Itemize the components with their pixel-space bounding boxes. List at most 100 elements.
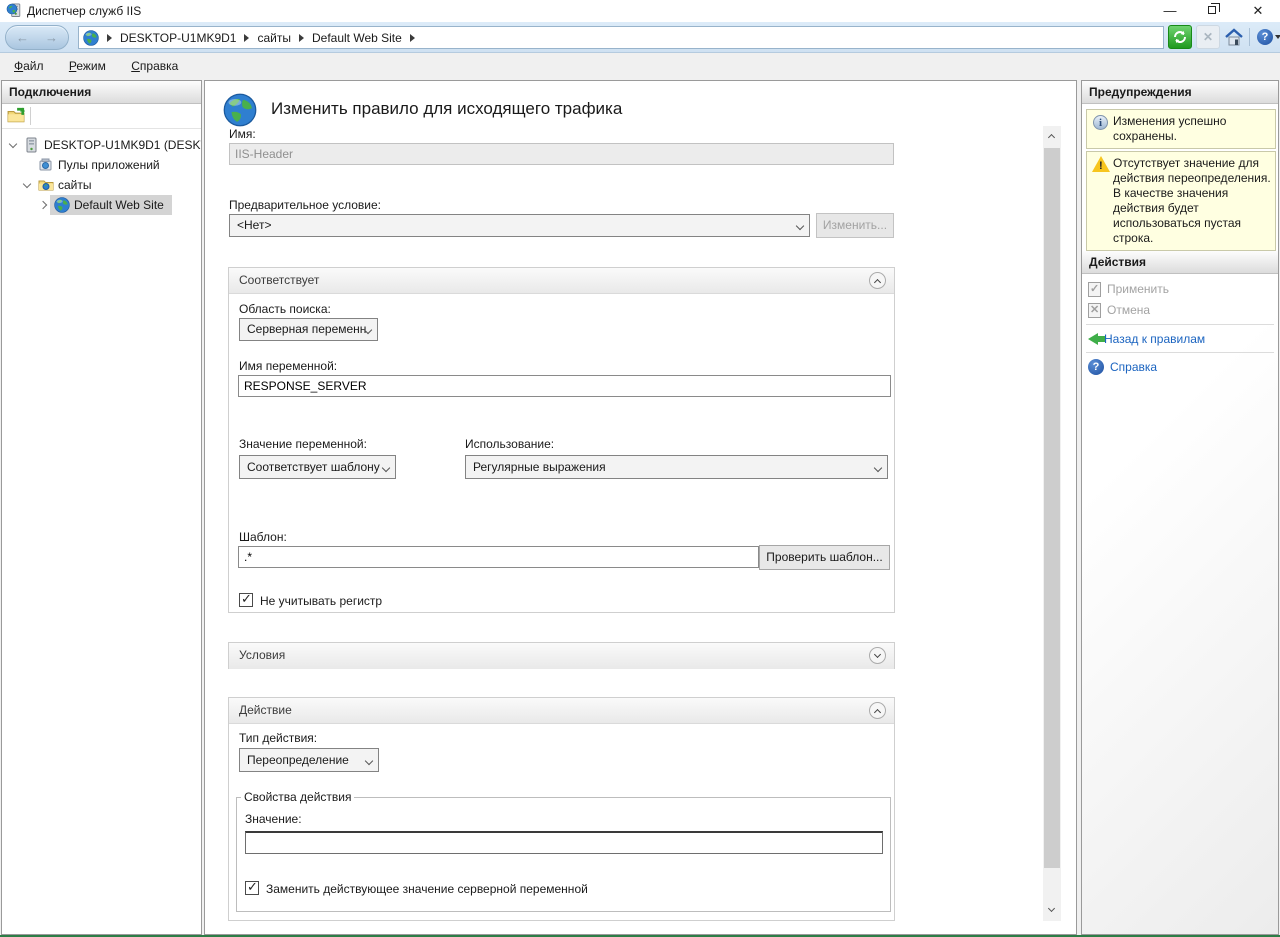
server-icon [24,137,40,153]
page-title: Изменить правило для исходящего трафика [271,99,622,119]
title-bar: Диспетчер служб IIS — ✕ [0,0,1280,22]
page-globe-icon [223,93,257,127]
help-dropdown-caret-icon[interactable] [1275,35,1280,39]
chevron-down-icon [796,222,804,230]
conditions-section: Условия [228,642,895,669]
breadcrumb-item-sites[interactable]: сайты [257,31,291,45]
home-icon[interactable] [1222,25,1246,49]
globe-icon [54,197,70,213]
chevron-down-icon [874,464,882,472]
menu-bar: Файл Режим Справка [0,53,1280,80]
close-button[interactable]: ✕ [1236,0,1280,22]
help-label: Справка [1110,360,1157,374]
help-icon: ? [1088,359,1104,375]
edit-precondition-button: Изменить... [816,213,894,238]
conditions-section-header[interactable]: Условия [229,643,894,669]
app-icon [6,3,22,19]
using-label: Использование: [465,437,554,451]
cancel-action: ✕ Отмена [1088,300,1150,320]
menu-view[interactable]: Режим [69,53,106,80]
actions-pane: Предупреждения i Изменения успешно сохра… [1081,80,1279,935]
ignore-case-checkbox[interactable] [239,593,253,607]
pattern-input[interactable] [238,546,759,568]
action-section: Действие Тип действия: Переопределение С… [228,697,895,921]
window-title: Диспетчер служб IIS [27,4,141,18]
expander-chevron-icon[interactable] [39,201,47,209]
back-button[interactable]: ← [16,31,29,45]
action-value-input[interactable] [245,831,883,854]
toolbar-separator [1249,28,1250,46]
vertical-scrollbar[interactable] [1043,126,1061,921]
collapse-chevron-icon[interactable] [869,272,886,289]
warning-icon [1092,156,1110,172]
action-type-label: Тип действия: [239,731,317,745]
tree-item-server[interactable]: DESKTOP-U1MK9D1 (DESKTOI [2,135,201,155]
scope-label: Область поиска: [239,302,331,316]
expander-chevron-icon[interactable] [23,180,31,188]
replace-value-label: Заменить действующее значение серверной … [266,882,588,896]
precondition-select[interactable]: <Нет> [229,214,810,237]
separator [1086,324,1274,325]
action-section-title: Действие [239,703,292,717]
breadcrumb-item-server[interactable]: DESKTOP-U1MK9D1 [120,31,236,45]
variable-value-select[interactable]: Соответствует шаблону [239,455,396,479]
refresh-icon[interactable] [1168,25,1192,49]
tree-item-default-web-site[interactable]: Default Web Site [2,195,201,215]
navigation-buttons: ← → [5,25,69,50]
tree-item-app-pools[interactable]: Пулы приложений [2,155,201,175]
info-icon: i [1093,115,1108,130]
scope-select[interactable]: Серверная переменн [239,318,378,341]
connections-pane: Подключения DESKTOP-U1MK9D1 (DESKTOI [1,80,202,935]
chevron-down-icon [382,464,390,472]
minimize-button[interactable]: — [1148,0,1192,22]
forward-button[interactable]: → [45,31,58,45]
restore-button[interactable] [1192,0,1236,22]
app-pools-icon [38,157,54,173]
tree-item-label: Пулы приложений [58,155,160,175]
breadcrumb-separator-icon [107,34,112,42]
apply-label: Применить [1107,282,1169,296]
menu-file[interactable]: Файл [14,53,44,80]
collapse-chevron-icon[interactable] [869,702,886,719]
breadcrumb[interactable]: DESKTOP-U1MK9D1 сайты Default Web Site [78,26,1164,49]
cancel-label: Отмена [1107,303,1150,317]
test-pattern-button[interactable]: Проверить шаблон... [759,545,890,570]
breadcrumb-separator-icon [410,34,415,42]
connections-tree: DESKTOP-U1MK9D1 (DESKTOI Пулы приложений… [2,129,201,215]
breadcrumb-item-site[interactable]: Default Web Site [312,31,402,45]
help-action[interactable]: ? Справка [1088,357,1157,377]
cancel-icon: ✕ [1088,303,1101,318]
chevron-down-icon [365,757,373,765]
action-properties-group: Свойства действия Значение: Заменить дей… [236,790,891,912]
using-select[interactable]: Регулярные выражения [465,455,888,479]
variable-name-input[interactable] [238,375,891,397]
precondition-value: <Нет> [237,218,271,232]
globe-icon [83,30,99,46]
menu-help[interactable]: Справка [131,53,178,80]
info-notice: i Изменения успешно сохранены. [1086,109,1276,149]
help-icon[interactable]: ? [1253,25,1277,49]
expander-chevron-icon[interactable] [9,140,17,148]
using-value: Регулярные выражения [473,460,606,474]
warning-notice: Отсутствует значение для действия переоп… [1086,151,1276,251]
scope-value: Серверная переменн [247,322,366,336]
pattern-label: Шаблон: [239,530,287,544]
scrollbar-thumb[interactable] [1044,148,1060,868]
value-label: Значение: [245,812,302,826]
replace-value-checkbox[interactable] [245,881,259,895]
precondition-label: Предварительное условие: [229,198,381,212]
match-section-header[interactable]: Соответствует [229,268,894,294]
back-to-rules-action[interactable]: Назад к правилам [1088,329,1205,349]
breadcrumb-separator-icon [244,34,249,42]
create-connection-icon[interactable] [7,107,25,125]
tree-item-sites[interactable]: сайты [2,175,201,195]
scroll-up-icon[interactable] [1043,126,1061,148]
match-section: Соответствует Область поиска: Серверная … [228,267,895,613]
back-to-rules-label: Назад к правилам [1104,332,1205,346]
tree-item-label: DESKTOP-U1MK9D1 (DESKTOI [44,135,201,155]
action-section-header[interactable]: Действие [229,698,894,724]
scroll-down-icon[interactable] [1043,899,1061,921]
stop-icon: ✕ [1196,25,1220,49]
expand-chevron-icon[interactable] [869,647,886,664]
action-type-select[interactable]: Переопределение [239,748,379,772]
